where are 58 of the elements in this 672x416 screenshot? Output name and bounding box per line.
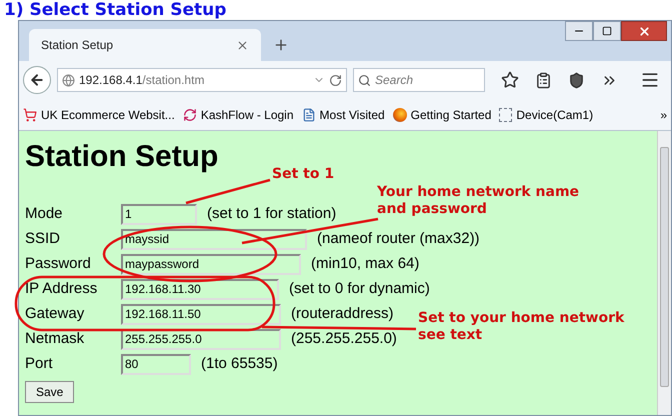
field-hint: (255.255.255.0) [291,328,397,349]
page-title: Station Setup [25,139,218,175]
page-heading: 1) Select Station Setup [4,0,226,20]
annotation-text: Set to 1 [272,166,334,183]
globe-icon [392,108,407,122]
more-bookmarks[interactable]: » [660,106,667,124]
text-field[interactable]: 80 [121,354,191,374]
close-icon [638,24,650,38]
tab-title: Station Setup [41,37,114,54]
page-icon [499,108,512,122]
field-hint: (set to 1 for station) [207,204,336,224]
close-button[interactable] [621,21,667,41]
field-hint: (min10, max 64) [311,254,420,274]
field-label: IP Address [25,278,98,299]
reading-list-icon[interactable] [535,72,552,88]
search-input[interactable]: Search [375,71,475,89]
close-tab-icon[interactable] [236,38,249,52]
bookmark-item[interactable]: Device(Cam1) [499,106,594,124]
search-field[interactable]: Search [353,68,485,92]
field-hint: (1to 65535) [201,354,278,374]
bookmark-item[interactable]: KashFlow - Login [182,106,294,124]
text-field[interactable]: 1 [121,204,197,224]
bookmark-item[interactable]: Getting Started [392,106,492,124]
field-label: Gateway [25,304,86,324]
maximize-icon [602,26,612,36]
text-field[interactable]: maypassword [121,254,301,274]
reload-icon[interactable] [329,74,342,86]
back-button[interactable] [23,66,51,94]
search-icon [358,74,371,86]
cart-icon [23,108,37,122]
text-field[interactable]: 255.255.255.0 [121,328,281,350]
globe-icon [62,74,75,86]
maximize-button[interactable] [593,21,621,41]
page-icon [302,108,316,122]
bookmark-item[interactable]: UK Ecommerce Websit... [23,106,175,124]
field-label: Port [25,354,54,374]
back-icon [29,72,45,88]
swirl-icon [182,108,197,122]
new-tab-icon[interactable] [273,37,289,53]
field-hint: (nameof router (max32)) [317,228,480,249]
annotation-text: Your home network name and password [377,184,580,218]
bookmark-item[interactable]: Most Visited [302,106,385,124]
scrollbar[interactable] [657,131,671,415]
text-field[interactable]: 192.168.11.30 [121,278,279,300]
bookmark-star-icon[interactable] [501,71,519,89]
field-label: Password [25,254,92,274]
field-hint: (set to 0 for dynamic) [289,278,430,299]
field-label: Mode [25,204,64,224]
field-label: Netmask [25,328,86,349]
browser-tab[interactable]: Station Setup [29,29,261,61]
field-hint: (routeraddress) [291,304,394,324]
save-button[interactable]: Save [25,381,74,403]
pocket-icon[interactable] [568,72,585,88]
text-field[interactable]: 192.168.11.50 [121,304,281,324]
url-text: 192.168.4.1/station.htm [79,72,206,89]
address-bar[interactable]: 192.168.4.1/station.htm [57,68,347,92]
field-label: SSID [25,228,62,249]
annotation-text: Set to your home network see text [418,310,624,344]
